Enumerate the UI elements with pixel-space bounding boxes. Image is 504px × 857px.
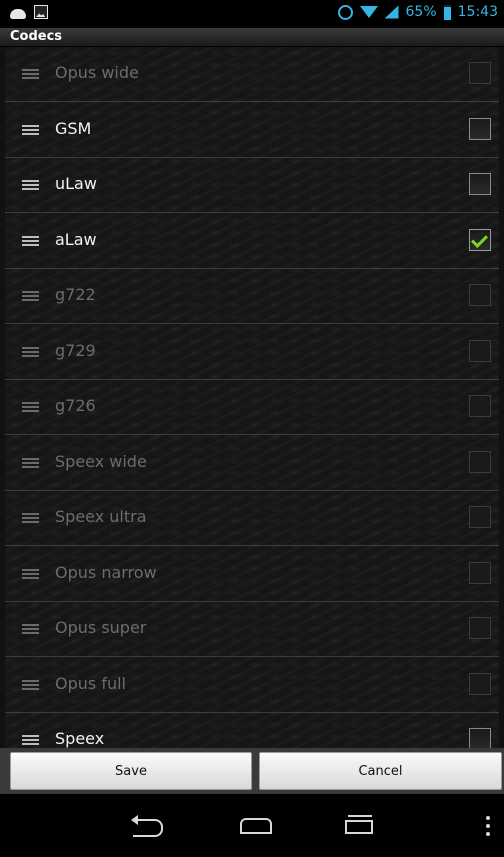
save-button[interactable]: Save (10, 752, 252, 790)
drag-handle-icon[interactable] (22, 233, 39, 249)
status-right: 65% 15:43 (337, 4, 498, 20)
codec-row[interactable]: g722 (5, 269, 499, 324)
codec-checkbox[interactable] (469, 561, 491, 584)
status-bar: 65% 15:43 (0, 0, 504, 28)
codec-row[interactable]: Opus narrow (5, 547, 499, 602)
codec-name: g726 (55, 396, 96, 415)
checkmark-icon (471, 230, 488, 248)
overflow-menu-icon[interactable] (486, 816, 490, 836)
drag-handle-icon[interactable] (22, 732, 39, 748)
codec-row[interactable]: Speex (5, 713, 499, 748)
codec-row[interactable]: Speex ultra (5, 491, 499, 546)
codec-checkbox[interactable] (469, 339, 491, 362)
button-bar: Save Cancel (0, 748, 504, 794)
cancel-button[interactable]: Cancel (259, 752, 502, 790)
codec-list[interactable]: Opus wide GSM uLaw aLaw g722 g729 g726 Speex wi… (5, 47, 499, 748)
drag-handle-icon[interactable] (22, 566, 39, 582)
codec-name: Opus super (55, 618, 147, 637)
codec-row[interactable]: g729 (5, 325, 499, 380)
codec-row[interactable]: Speex wide (5, 436, 499, 491)
codec-row[interactable]: GSM (5, 103, 499, 158)
codec-name: g729 (55, 340, 96, 360)
drag-handle-icon[interactable] (22, 344, 39, 360)
codec-checkbox[interactable] (469, 617, 491, 639)
codec-name: uLaw (55, 174, 97, 193)
battery-percent: 65% (405, 4, 437, 20)
wifi-icon (359, 6, 378, 18)
codec-name: g722 (55, 285, 96, 304)
drag-handle-icon[interactable] (22, 288, 39, 304)
codec-row[interactable]: uLaw (5, 158, 499, 213)
codec-checkbox[interactable] (469, 62, 491, 84)
drag-handle-icon[interactable] (22, 66, 39, 82)
drag-handle-icon[interactable] (22, 510, 39, 526)
codec-row[interactable]: g726 (5, 380, 499, 435)
back-arrowhead (131, 815, 138, 825)
codec-name: Opus full (55, 673, 126, 693)
codec-name: Speex wide (55, 451, 147, 471)
codec-checkbox[interactable] (469, 173, 491, 195)
title-bar: Codecs (0, 28, 504, 47)
drag-handle-icon[interactable] (22, 455, 39, 471)
navigation-bar (0, 794, 504, 857)
codec-checkbox[interactable] (469, 672, 491, 695)
signal-icon (384, 5, 399, 19)
drag-handle-icon[interactable] (22, 177, 39, 193)
alarm-icon (337, 4, 353, 20)
image-icon (34, 5, 48, 19)
clock: 15:43 (457, 4, 498, 20)
status-left (10, 5, 48, 19)
codec-checkbox[interactable] (469, 117, 491, 140)
codec-name: Speex ultra (55, 507, 147, 526)
battery-icon (443, 4, 451, 20)
codec-checkbox[interactable] (469, 506, 491, 528)
drag-handle-icon[interactable] (22, 677, 39, 693)
codec-row[interactable]: Opus full (5, 658, 499, 713)
codec-checkbox[interactable] (469, 395, 491, 417)
drag-handle-icon[interactable] (22, 621, 39, 637)
codec-checkbox[interactable] (469, 284, 491, 306)
codec-row[interactable]: Opus wide (5, 47, 499, 102)
codec-checkbox[interactable] (469, 228, 491, 251)
codec-name: Speex (55, 729, 105, 748)
drag-handle-icon[interactable] (22, 399, 39, 415)
cloud-upload-icon (10, 9, 26, 19)
codec-row[interactable]: aLaw (5, 214, 499, 269)
codec-checkbox[interactable] (469, 728, 491, 748)
codec-name: Opus wide (55, 63, 139, 82)
drag-handle-icon[interactable] (22, 122, 39, 138)
codec-checkbox[interactable] (469, 450, 491, 473)
codecs-screen: 65% 15:43 Codecs Opus wide GSM uLaw aLaw g72… (0, 0, 504, 857)
codec-row[interactable]: Opus super (5, 602, 499, 657)
page-title: Codecs (10, 29, 63, 44)
recent-apps-icon[interactable] (345, 815, 376, 834)
codec-name: aLaw (55, 229, 97, 249)
codec-name: GSM (55, 118, 92, 138)
home-icon[interactable] (240, 818, 272, 834)
codec-name: Opus narrow (55, 562, 157, 582)
